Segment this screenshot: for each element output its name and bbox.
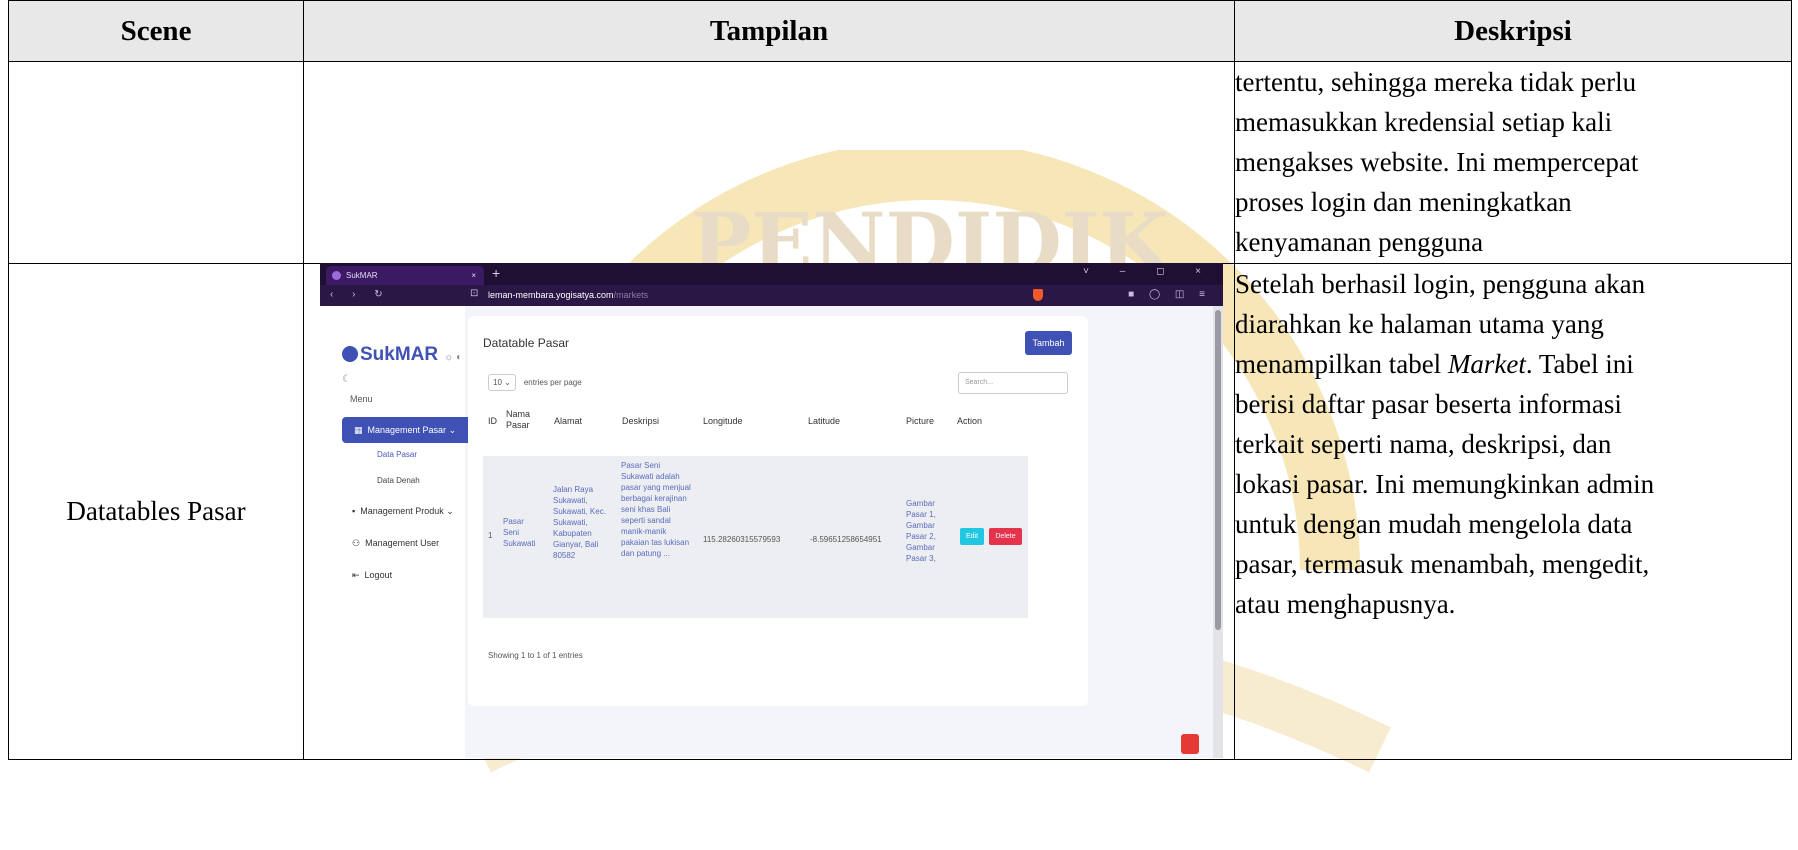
card-title: Datatable Pasar — [483, 336, 570, 350]
browser-screenshot: SukMAR × + ˅ – ◻ × ‹ › ↻ ⊡ leman-membara… — [320, 263, 1223, 758]
search-input[interactable]: Search... — [958, 372, 1068, 394]
desc-line: mengakses website. Ini mempercepat — [1235, 147, 1639, 177]
extension-icons[interactable]: ■ ◯ ◫ ≡ — [1128, 289, 1211, 300]
sidebar-item-logout[interactable]: ⇤ Logout — [352, 570, 392, 581]
sidebar-item-data-denah[interactable]: Data Denah — [377, 476, 420, 485]
desc-line: berisi daftar pasar beserta informasi — [1235, 389, 1622, 419]
table-row: 1 Pasar Seni Sukawati Jalan Raya Sukawat… — [483, 456, 1028, 618]
menu-heading: Menu — [350, 394, 373, 404]
new-tab-icon[interactable]: + — [492, 265, 500, 281]
desc-line: proses login dan meningkatkan — [1235, 187, 1572, 217]
entries-select[interactable]: 10 ⌄ — [488, 374, 516, 391]
header-deskripsi: Deskripsi — [1234, 0, 1792, 62]
desc-line: atau menghapusnya. — [1235, 589, 1456, 619]
column-id[interactable]: ID — [488, 416, 497, 426]
desc-line: untuk dengan mudah mengelola data — [1235, 509, 1633, 539]
column-nama-pasar[interactable]: Nama Pasar — [506, 409, 534, 431]
favicon-icon — [332, 271, 341, 280]
row2-description: Setelah berhasil login, pengguna akan di… — [1234, 263, 1792, 760]
datatable-card: Datatable Pasar Tambah 10 ⌄ entries per p… — [468, 316, 1088, 706]
edit-button[interactable]: Edit — [960, 528, 984, 545]
cell-id: 1 — [488, 531, 493, 540]
browser-tabbar: SukMAR × + ˅ – ◻ × — [320, 263, 1223, 285]
delete-button[interactable]: Delete — [989, 528, 1022, 545]
sidebar-item-management-produk[interactable]: ▪ Management Produk ⌄ — [352, 506, 454, 517]
desc-line: menampilkan tabel Market. Tabel ini — [1235, 349, 1634, 379]
app-viewport: SukMAR ☼ ◐ ☾ Menu ▦ Management Pasar ⌄ Da… — [320, 306, 1213, 758]
bookmark-icon[interactable]: ⊡ — [470, 288, 478, 299]
desc-line: Setelah berhasil login, pengguna akan — [1235, 269, 1646, 299]
scrollbar[interactable] — [1213, 306, 1223, 758]
logo-icon — [342, 346, 358, 362]
cell-longitude: 115.28260315579593 — [703, 535, 781, 544]
row2-scene: Datatables Pasar — [8, 263, 304, 760]
header-scene: Scene — [8, 0, 304, 62]
cell-alamat: Jalan Raya Sukawati, Sukawati, Kec. Suka… — [553, 485, 606, 560]
row1-scene — [8, 61, 304, 264]
browser-tab[interactable]: SukMAR × — [326, 266, 484, 285]
url-text[interactable]: leman-membara.yogisatya.com/markets — [488, 290, 648, 300]
desc-line: kenyamanan pengguna — [1235, 227, 1484, 257]
cell-picture[interactable]: Gambar Pasar 1, Gambar Pasar 2, Gambar P… — [906, 498, 946, 564]
address-bar[interactable]: ‹ › ↻ ⊡ leman-membara.yogisatya.com/mark… — [320, 285, 1223, 306]
window-controls-icon[interactable]: ˅ – ◻ × — [1083, 266, 1215, 277]
cell-nama: Pasar Seni Sukawati — [503, 517, 536, 548]
sidebar-item-data-pasar[interactable]: Data Pasar — [377, 450, 417, 459]
table-info: Showing 1 to 1 of 1 entries — [488, 651, 583, 660]
desc-line: terkait seperti nama, deskripsi, dan — [1235, 429, 1612, 459]
row1-description: tertentu, sehingga mereka tidak perlu me… — [1234, 61, 1792, 264]
row1-tampilan — [303, 61, 1235, 264]
cell-deskripsi: Pasar Seni Sukawati adalah pasar yang me… — [621, 461, 691, 558]
entries-per-page: 10 ⌄ entries per page — [488, 374, 582, 391]
header-tampilan: Tampilan — [303, 0, 1235, 62]
column-picture[interactable]: Picture — [906, 416, 934, 426]
cell-latitude: -8.59651258654951 — [810, 535, 882, 544]
brave-shield-icon[interactable] — [1033, 289, 1043, 301]
column-action[interactable]: Action — [957, 416, 982, 426]
desc-line: memasukkan kredensial setiap kali — [1235, 107, 1613, 137]
column-alamat[interactable]: Alamat — [554, 416, 582, 426]
column-deskripsi[interactable]: Deskripsi — [622, 416, 659, 426]
navigation-icons[interactable]: ‹ › ↻ — [330, 289, 391, 300]
column-longitude[interactable]: Longitude — [703, 416, 743, 426]
desc-line: pasar, termasuk menambah, mengedit, — [1235, 549, 1650, 579]
tab-title: SukMAR — [346, 271, 378, 280]
desc-line: diarahkan ke halaman utama yang — [1235, 309, 1604, 339]
app-logo[interactable]: SukMAR ☼ ◐ ☾ — [342, 344, 465, 388]
close-tab-icon[interactable]: × — [471, 266, 476, 285]
desc-line: tertentu, sehingga mereka tidak perlu — [1235, 67, 1637, 97]
sidebar-item-management-pasar[interactable]: ▦ Management Pasar ⌄ — [342, 417, 480, 443]
sidebar-item-management-user[interactable]: ⚇ Management User — [352, 538, 439, 549]
column-latitude[interactable]: Latitude — [808, 416, 840, 426]
fire-icon[interactable] — [1181, 734, 1199, 754]
add-button[interactable]: Tambah — [1025, 331, 1072, 355]
desc-line: lokasi pasar. Ini memungkinkan admin — [1235, 469, 1655, 499]
sidebar: SukMAR ☼ ◐ ☾ Menu ▦ Management Pasar ⌄ Da… — [320, 306, 480, 758]
scrollbar-thumb[interactable] — [1215, 310, 1221, 630]
